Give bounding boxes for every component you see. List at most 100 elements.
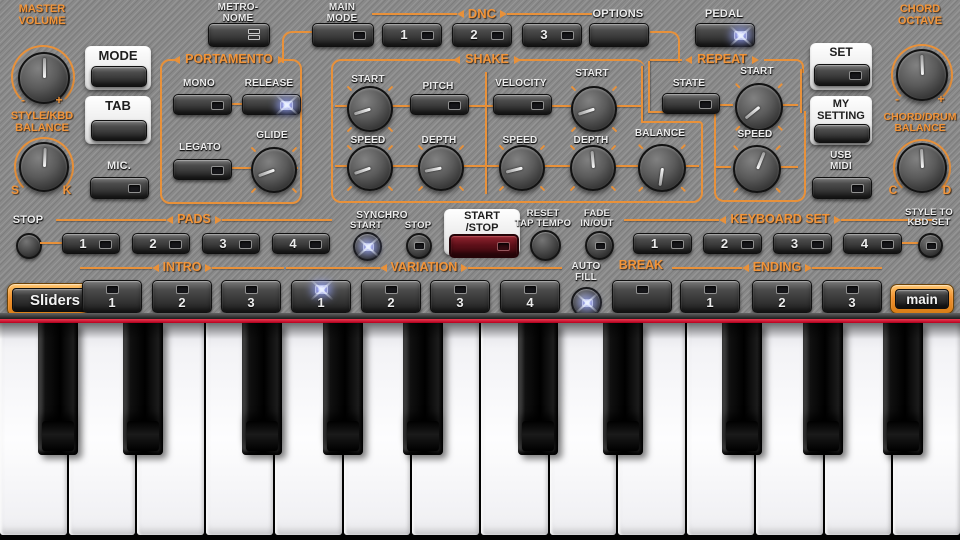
- ending-button-3[interactable]: 3: [822, 280, 882, 313]
- reset-tap-tempo-button[interactable]: [530, 230, 561, 261]
- intro-button-2[interactable]: 2: [152, 280, 212, 313]
- repeat-speed-label: SPEED: [731, 129, 779, 140]
- repeat-start-knob[interactable]: [735, 83, 783, 131]
- dnc-button-3[interactable]: 3: [522, 23, 582, 47]
- fade-in-out-button[interactable]: [585, 231, 614, 260]
- mode-label: MODE: [85, 49, 151, 63]
- dnc-button-2[interactable]: 2: [452, 23, 512, 47]
- metronome-button[interactable]: [208, 23, 270, 47]
- mono-button[interactable]: [173, 94, 232, 115]
- knob-pointer: [577, 108, 594, 116]
- connector-line: [542, 165, 570, 167]
- my-setting-button[interactable]: [814, 124, 870, 143]
- shake-start-right-knob[interactable]: [571, 86, 617, 132]
- balance-knob[interactable]: [638, 144, 686, 192]
- connector-line: [335, 105, 347, 107]
- knob-pointer: [756, 152, 766, 170]
- connector-line: [779, 166, 798, 168]
- pitch-label: PITCH: [406, 81, 470, 92]
- black-key[interactable]: [518, 323, 558, 455]
- style-to-kbd-set-button[interactable]: [918, 233, 943, 258]
- velocity-led: [531, 101, 544, 110]
- synchro-start-label: START: [344, 221, 388, 231]
- synchro-start-led: [363, 243, 374, 251]
- black-key[interactable]: [123, 323, 163, 455]
- dnc-button-1[interactable]: 1: [382, 23, 442, 47]
- stop-button[interactable]: [16, 233, 42, 259]
- main-mode-button[interactable]: [312, 23, 374, 47]
- pedal-button[interactable]: [695, 23, 755, 47]
- button-number: 3: [431, 295, 489, 310]
- dnc-title: DNC: [464, 7, 500, 21]
- mic-button[interactable]: [90, 177, 149, 199]
- shake-speed-left-knob[interactable]: [347, 145, 393, 191]
- shake-start-left-knob[interactable]: [347, 86, 393, 132]
- mode-button[interactable]: [91, 66, 147, 87]
- ending-button-1[interactable]: 1: [680, 280, 740, 313]
- volume-min-label: -: [16, 93, 30, 107]
- usb-midi-button[interactable]: [812, 177, 872, 199]
- variation-button-3[interactable]: 3: [430, 280, 490, 313]
- legato-led: [211, 166, 224, 175]
- repeat-speed-knob[interactable]: [733, 145, 781, 193]
- black-key[interactable]: [883, 323, 923, 455]
- ending-1-led: [704, 285, 717, 294]
- intro-button-1[interactable]: 1: [82, 280, 142, 313]
- black-key[interactable]: [803, 323, 843, 455]
- arrow-right-icon: [215, 216, 222, 224]
- main-button[interactable]: main: [895, 289, 949, 309]
- black-key[interactable]: [242, 323, 282, 455]
- piano-keyboard: [0, 323, 960, 540]
- shake-depth-left-knob[interactable]: [418, 145, 464, 191]
- metronome-icon: [248, 29, 260, 40]
- arrow-right-icon: [278, 56, 285, 64]
- set-button[interactable]: [814, 64, 870, 86]
- keyboard-set-button-4[interactable]: 4: [843, 233, 902, 254]
- keyboard-set-button-3[interactable]: 3: [773, 233, 832, 254]
- intro-button-3[interactable]: 3: [221, 280, 281, 313]
- pads-button-3[interactable]: 3: [202, 233, 260, 254]
- legato-button[interactable]: [173, 159, 232, 180]
- break-title: BREAK: [612, 259, 670, 272]
- black-key[interactable]: [403, 323, 443, 455]
- keyboard-set-button-1[interactable]: 1: [633, 233, 692, 254]
- arrow-left-icon: [173, 56, 180, 64]
- shake-depth-right-knob[interactable]: [570, 145, 616, 191]
- black-key[interactable]: [38, 323, 78, 455]
- shake-speed-right-knob[interactable]: [499, 145, 545, 191]
- synchro-stop-button[interactable]: [406, 233, 432, 259]
- ending-button-2[interactable]: 2: [752, 280, 812, 313]
- synchro-start-button[interactable]: [353, 232, 382, 261]
- connector-line: [716, 166, 731, 168]
- black-key[interactable]: [323, 323, 363, 455]
- black-key[interactable]: [722, 323, 762, 455]
- keyboard-set-button-2[interactable]: 2: [703, 233, 762, 254]
- release-button[interactable]: [242, 94, 301, 115]
- variation-button-2[interactable]: 2: [361, 280, 421, 313]
- glide-knob[interactable]: [251, 147, 297, 193]
- variation-title: VARIATION: [387, 261, 462, 274]
- velocity-button[interactable]: [493, 94, 552, 115]
- options-button[interactable]: [589, 23, 649, 47]
- pads-button-2[interactable]: 2: [132, 233, 190, 254]
- intro-title: INTRO: [159, 261, 206, 274]
- start-stop-button[interactable]: [449, 234, 519, 258]
- variation-button-1[interactable]: 1: [291, 280, 351, 313]
- set-led: [849, 71, 862, 80]
- keyboard-set-title: KEYBOARD SET: [726, 213, 833, 226]
- break-button[interactable]: [612, 280, 672, 313]
- tab-button[interactable]: [91, 120, 147, 141]
- variation-button-4[interactable]: 4: [500, 280, 560, 313]
- pitch-button[interactable]: [410, 94, 469, 115]
- arrow-left-icon: [685, 56, 692, 64]
- chord-octave-label: CHORD OCTAVE: [884, 4, 956, 27]
- pads-button-1[interactable]: 1: [62, 233, 120, 254]
- button-number: 4: [501, 295, 559, 310]
- state-button[interactable]: [662, 93, 720, 114]
- dnc-1-led: [421, 31, 434, 40]
- kbd-set-3-led: [811, 240, 824, 249]
- connector-line: [231, 167, 251, 169]
- connector-line: [40, 242, 62, 244]
- black-key[interactable]: [603, 323, 643, 455]
- pads-button-4[interactable]: 4: [272, 233, 330, 254]
